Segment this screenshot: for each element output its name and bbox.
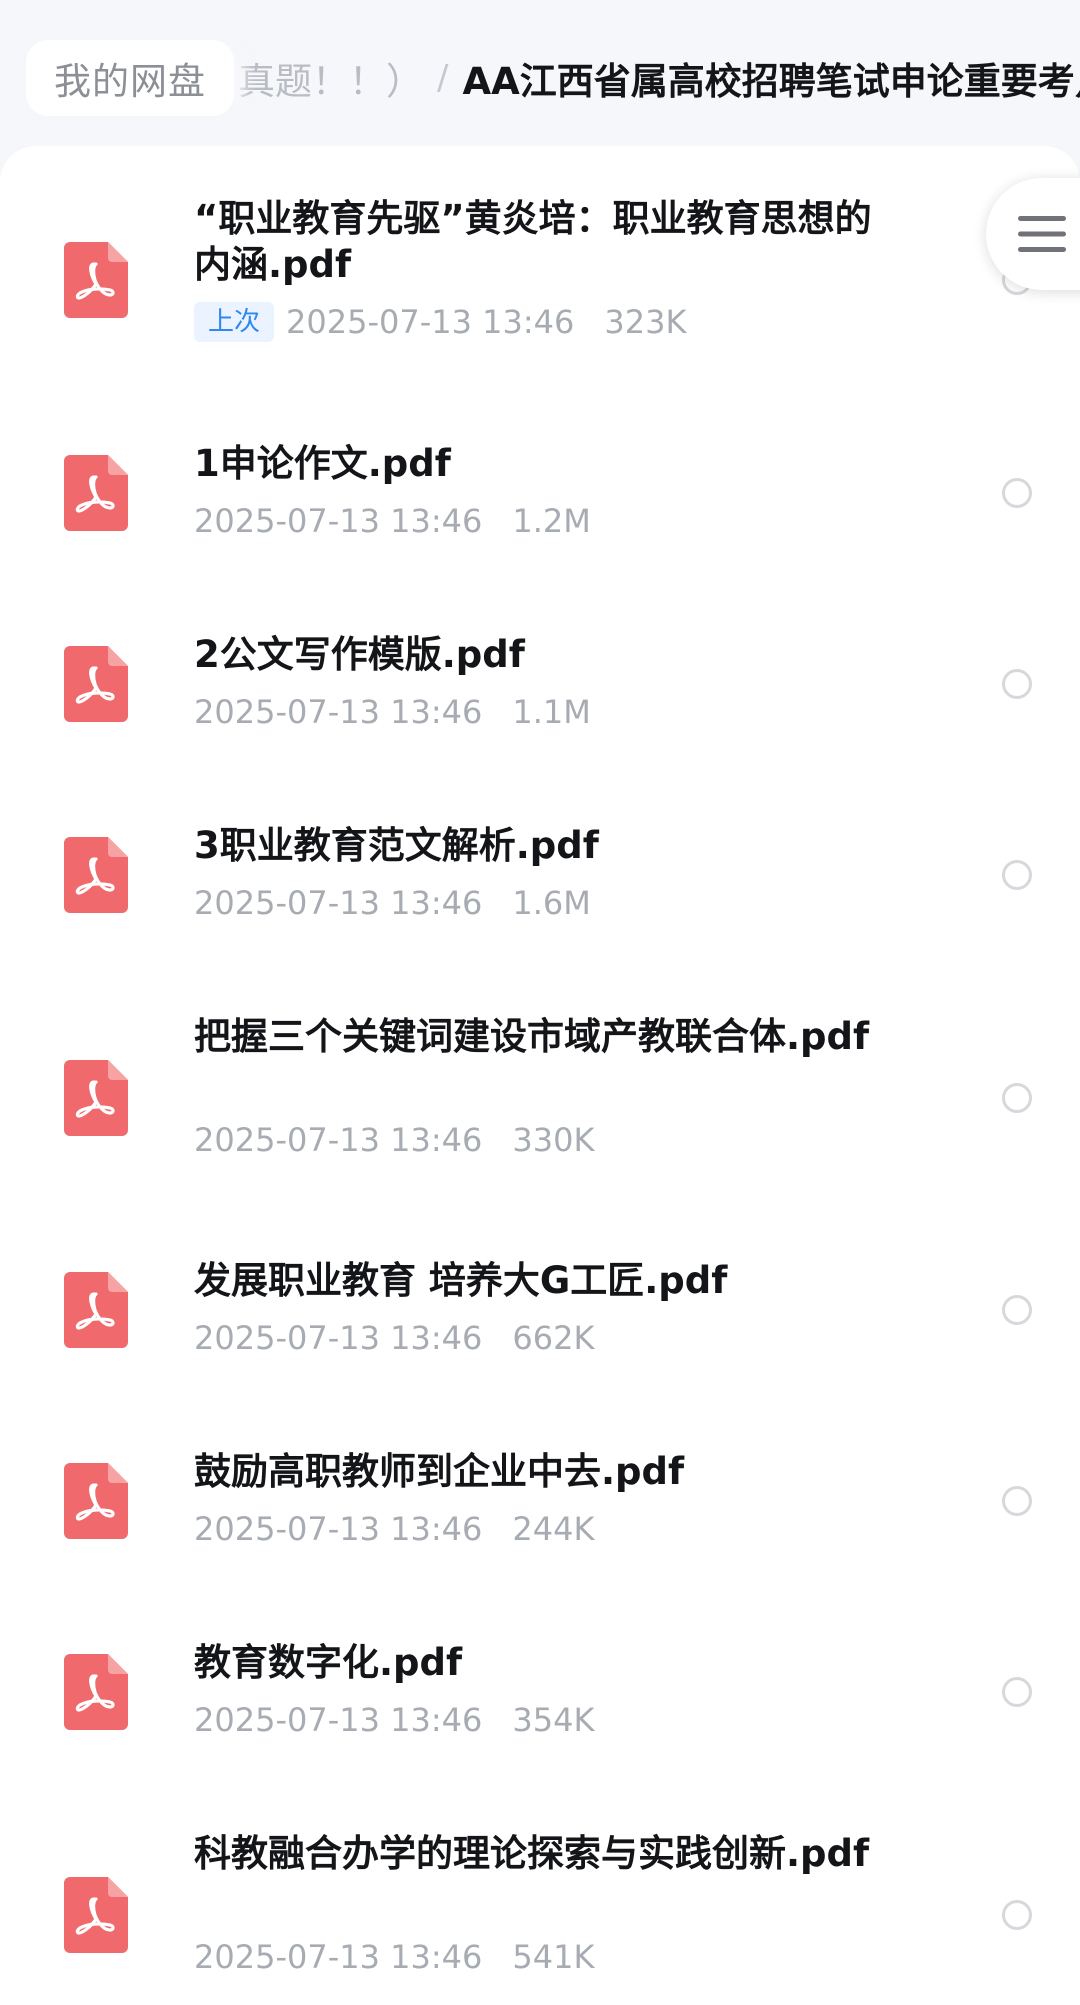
file-name: 教育数字化.pdf	[194, 1641, 463, 1684]
file-row[interactable]: 把握三个关键词建设市域产教联合体.pdf 2025-07-13 13:46 330K	[0, 1014, 1080, 1214]
file-date: 2025-07-13 13:46	[194, 693, 483, 731]
file-meta: 2025-07-13 13:46 244K	[194, 1507, 594, 1551]
file-row[interactable]: 科教融合办学的理论探索与实践创新.pdf 2025-07-13 13:46 541K	[0, 1831, 1080, 2005]
file-name: 3职业教育范文解析.pdf	[194, 824, 599, 867]
file-name: 把握三个关键词建设市域产教联合体.pdf	[194, 1015, 870, 1058]
file-size: 662K	[512, 1319, 595, 1357]
file-name: 科教融合办学的理论探索与实践创新.pdf	[194, 1832, 870, 1875]
file-name: 1申论作文.pdf	[194, 442, 451, 485]
file-size: 330K	[512, 1121, 595, 1159]
breadcrumb: 我的网盘 真题！！） / AA江西省属高校招聘笔试申论重要考点	[0, 36, 1080, 120]
file-row[interactable]: 教育数字化.pdf 2025-07-13 13:46 354K	[0, 1640, 1080, 1780]
breadcrumb-separator: /	[437, 58, 449, 98]
breadcrumb-previous-folder[interactable]: 真题！！）	[238, 51, 423, 105]
file-size: 354K	[512, 1701, 595, 1739]
radio-circle-icon[interactable]	[1002, 1677, 1032, 1707]
radio-circle-icon[interactable]	[1002, 1900, 1032, 1930]
file-size: 1.6M	[512, 884, 591, 922]
pdf-icon	[64, 1060, 128, 1136]
pdf-icon	[64, 242, 128, 318]
file-row[interactable]: 发展职业教育 培养大G工匠.pdf 2025-07-13 13:46 662K	[0, 1258, 1080, 1398]
last-opened-badge: 上次	[194, 302, 275, 342]
file-size: 244K	[512, 1510, 595, 1548]
radio-circle-icon[interactable]	[1002, 1295, 1032, 1325]
radio-circle-icon[interactable]	[1002, 1083, 1032, 1113]
file-name: “职业教育先驱”黄炎培：职业教育思想的内涵.pdf	[194, 197, 872, 286]
file-date: 2025-07-13 13:46	[194, 1701, 483, 1739]
radio-circle-icon[interactable]	[1002, 669, 1032, 699]
file-date: 2025-07-13 13:46	[194, 884, 483, 922]
file-date: 2025-07-13 13:46	[194, 1319, 483, 1357]
file-name: 发展职业教育 培养大G工匠.pdf	[194, 1259, 728, 1302]
file-name: 2公文写作模版.pdf	[194, 633, 525, 676]
file-name: 鼓励高职教师到企业中去.pdf	[194, 1450, 685, 1493]
file-row[interactable]: 1申论作文.pdf 2025-07-13 13:46 1.2M	[0, 441, 1080, 581]
file-date: 2025-07-13 13:46	[194, 1510, 483, 1548]
file-row[interactable]: 3职业教育范文解析.pdf 2025-07-13 13:46 1.6M	[0, 823, 1080, 963]
breadcrumb-home[interactable]: 我的网盘	[26, 40, 234, 116]
file-date: 2025-07-13 13:46	[194, 502, 483, 540]
file-list: “职业教育先驱”黄炎培：职业教育思想的内涵.pdf 上次 2025-07-13 13…	[0, 146, 1080, 2005]
file-row[interactable]: 鼓励高职教师到企业中去.pdf 2025-07-13 13:46 244K	[0, 1449, 1080, 1589]
file-meta: 2025-07-13 13:46 1.6M	[194, 881, 591, 925]
file-meta: 2025-07-13 13:46 330K	[194, 1118, 594, 1162]
file-meta: 2025-07-13 13:46 662K	[194, 1316, 594, 1360]
file-date: 2025-07-13 13:46	[194, 1121, 483, 1159]
hamburger-menu-icon	[1018, 216, 1066, 252]
radio-circle-icon[interactable]	[1002, 478, 1032, 508]
file-size: 1.2M	[512, 502, 591, 540]
file-meta: 2025-07-13 13:46 1.1M	[194, 690, 591, 734]
file-size: 541K	[512, 1938, 595, 1976]
breadcrumb-current-folder: AA江西省属高校招聘笔试申论重要考点	[462, 60, 1080, 103]
radio-circle-icon[interactable]	[1002, 860, 1032, 890]
pdf-icon	[64, 1463, 128, 1539]
pdf-icon	[64, 837, 128, 913]
pdf-icon	[64, 646, 128, 722]
file-meta: 2025-07-13 13:46 541K	[194, 1935, 594, 1979]
file-browser-screen: 我的网盘 真题！！） / AA江西省属高校招聘笔试申论重要考点 “职业教育先驱”…	[0, 0, 1080, 2005]
pdf-icon	[64, 1654, 128, 1730]
file-meta: 2025-07-13 13:46 354K	[194, 1698, 594, 1742]
file-date: 2025-07-13 13:46	[286, 303, 575, 341]
file-size: 323K	[604, 303, 687, 341]
pdf-icon	[64, 1877, 128, 1953]
pdf-icon	[64, 1272, 128, 1348]
radio-circle-icon[interactable]	[1002, 1486, 1032, 1516]
file-date: 2025-07-13 13:46	[194, 1938, 483, 1976]
file-row[interactable]: “职业教育先驱”黄炎培：职业教育思想的内涵.pdf 上次 2025-07-13 13…	[0, 196, 1080, 396]
file-meta: 2025-07-13 13:46 1.2M	[194, 499, 591, 543]
pdf-icon	[64, 455, 128, 531]
file-meta: 上次 2025-07-13 13:46 323K	[194, 300, 686, 344]
file-size: 1.1M	[512, 693, 591, 731]
file-row[interactable]: 2公文写作模版.pdf 2025-07-13 13:46 1.1M	[0, 632, 1080, 772]
